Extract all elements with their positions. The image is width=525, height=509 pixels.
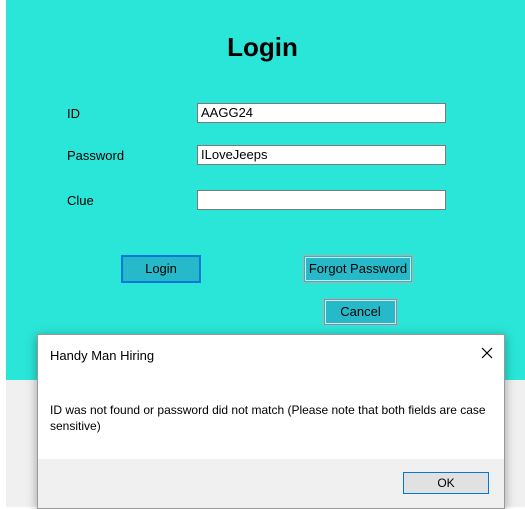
ok-button[interactable]: OK [403,472,489,494]
dialog-footer: OK [38,459,504,508]
page-title: Login [227,32,298,62]
login-button[interactable]: Login [121,255,201,283]
clue-label: Clue [67,193,94,208]
password-field[interactable]: ILoveJeeps [197,145,446,165]
id-label: ID [67,106,80,121]
password-label: Password [67,148,125,163]
clue-field[interactable] [197,190,446,210]
dialog-message: ID was not found or password did not mat… [50,403,486,433]
close-icon[interactable] [475,341,499,365]
message-dialog: Handy Man Hiring ID was not found or pas… [37,334,505,509]
id-field[interactable]: AAGG24 [197,103,446,123]
forgot-password-button[interactable]: Forgot Password [303,255,413,283]
cancel-button[interactable]: Cancel [323,298,398,326]
dialog-title: Handy Man Hiring [50,348,155,363]
